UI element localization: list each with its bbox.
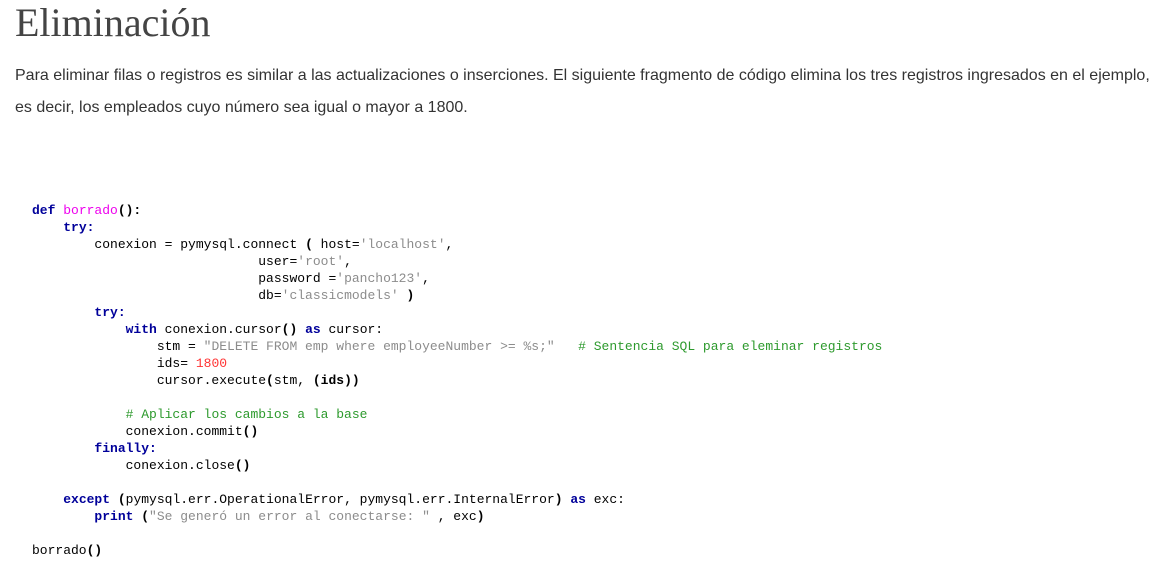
code-line: ids= 1800 <box>156 356 228 371</box>
code-line: cursor.execute(stm, (ids)) <box>156 373 360 388</box>
code-line: conexion = pymysql.connect ( host='local… <box>94 237 454 252</box>
code-line: try: <box>63 220 95 235</box>
code-line: # Aplicar los cambios a la base <box>125 407 368 422</box>
code-line: except (pymysql.err.OperationalError, py… <box>63 492 625 507</box>
code-line: with conexion.cursor() as cursor: <box>125 322 384 337</box>
page-title: Eliminación <box>15 0 211 45</box>
code-line: db='classicmodels' ) <box>258 288 415 303</box>
code-line: print ("Se generó un error al conectarse… <box>94 509 485 524</box>
code-line: borrado() <box>32 543 103 558</box>
code-line: stm = "DELETE FROM emp where employeeNum… <box>156 339 883 354</box>
code-line: conexion.commit() <box>125 424 259 439</box>
code-line: password ='pancho123', <box>258 271 430 286</box>
code-block: def borrado(): try: conexion = pymysql.c… <box>32 202 882 559</box>
code-line: finally: <box>94 441 157 456</box>
code-line: user='root', <box>258 254 352 269</box>
code-line: conexion.close() <box>125 458 251 473</box>
code-line: def borrado(): <box>32 203 142 218</box>
intro-paragraph: Para eliminar filas o registros es simil… <box>15 67 1150 116</box>
code-line: try: <box>94 305 126 320</box>
